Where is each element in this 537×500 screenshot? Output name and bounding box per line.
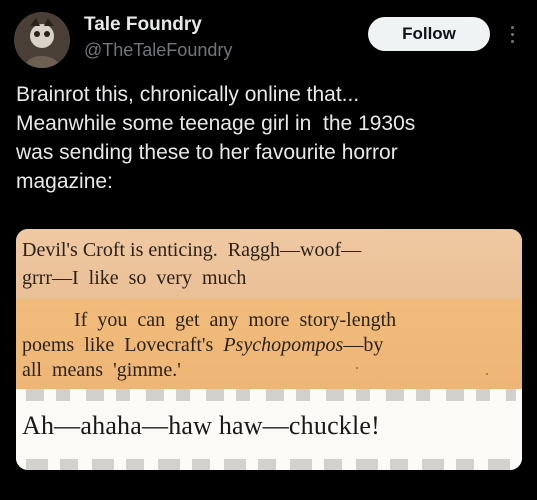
cropped-text-fragment [26, 389, 516, 401]
paper-speck [486, 373, 488, 375]
clipping-line: If you can get any more story-length [74, 309, 397, 331]
paper-speck [356, 367, 358, 369]
post-text: Brainrot this, chronically online that..… [16, 80, 521, 196]
more-options-icon[interactable] [504, 20, 520, 48]
author-display-name[interactable]: Tale Foundry [84, 14, 202, 36]
clipping-line: grrr—I like so very much [22, 267, 247, 289]
more-dot [510, 25, 514, 29]
clipping-line: all means 'gimme.' [22, 359, 181, 381]
avatar-image [14, 12, 70, 68]
magazine-clipping-3: Ah—ahaha—haw haw—chuckle! [16, 389, 522, 470]
clipping-line: Ah—ahaha—haw haw—chuckle! [22, 411, 381, 440]
post-text-line: was sending these to her favourite horro… [16, 141, 398, 164]
magazine-clipping-1: Devil's Croft is enticing. Raggh—woof— g… [16, 229, 522, 299]
magazine-clipping-2: If you can get any more story-length poe… [16, 299, 522, 389]
more-dot [510, 32, 514, 36]
post-header: Tale Foundry @TheTaleFoundry Follow [14, 12, 524, 72]
post-text-line: Brainrot this, chronically online that..… [16, 83, 360, 106]
cropped-text-fragment [26, 459, 516, 470]
clipping-line: poems like Lovecraft's Psychopompos—by [22, 334, 383, 357]
post-image[interactable]: Devil's Croft is enticing. Raggh—woof— g… [16, 229, 522, 470]
author-avatar[interactable] [14, 12, 70, 68]
post-text-line: magazine: [16, 170, 113, 193]
clipping-line: Devil's Croft is enticing. Raggh—woof— [22, 239, 362, 261]
author-handle[interactable]: @TheTaleFoundry [84, 40, 232, 61]
post-text-line: Meanwhile some teenage girl in the 1930s [16, 112, 416, 135]
italic-title: Psychopompos [223, 334, 344, 356]
more-dot [510, 39, 514, 43]
clipping-line-text: poems like Lovecraft's Psychopompos—by [22, 334, 384, 356]
follow-button[interactable]: Follow [368, 17, 490, 51]
